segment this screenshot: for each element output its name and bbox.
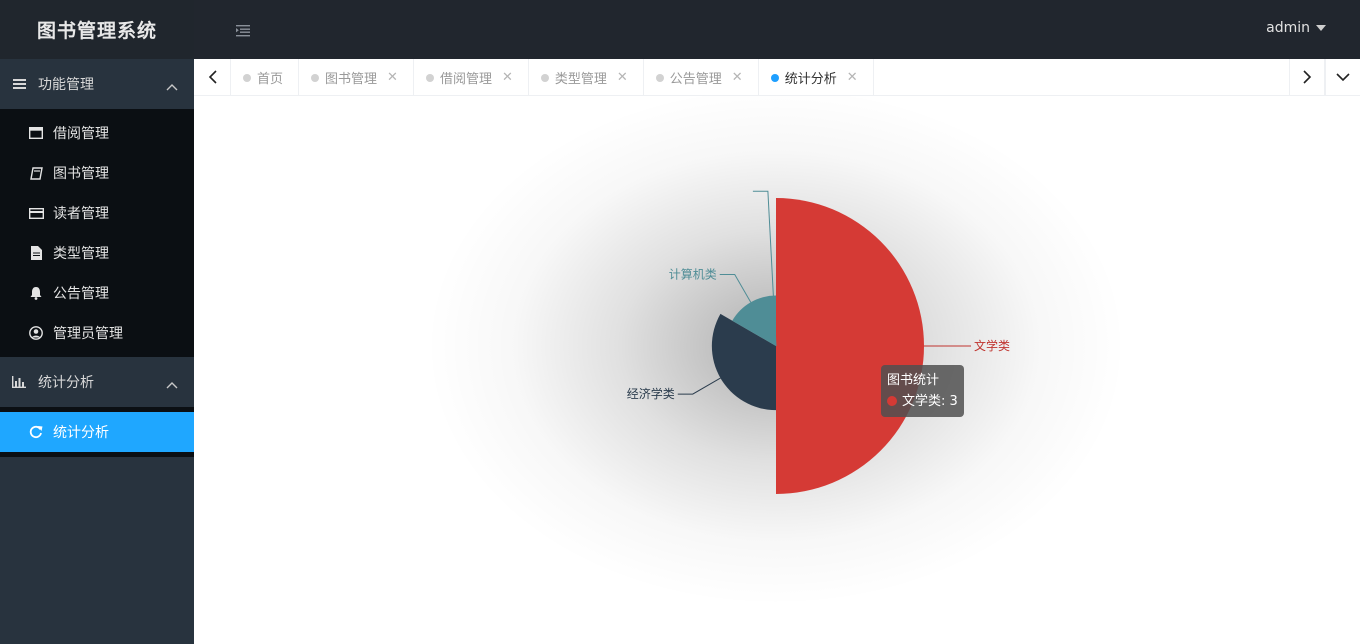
- tab-label: 统计分析: [784, 71, 837, 87]
- sidebar-item-notices[interactable]: 公告管理: [0, 273, 194, 313]
- tab-scroll-left-button[interactable]: [194, 59, 231, 95]
- sidebar: 图书管理系统 功能管理 借阅管理 图书管理 读者管理 类型管理 公告管理 管理员…: [0, 0, 194, 644]
- sidebar-item-readers[interactable]: 读者管理: [0, 193, 194, 233]
- sidebar-item-books[interactable]: 图书管理: [0, 153, 194, 193]
- submenu-function: 借阅管理 图书管理 读者管理 类型管理 公告管理 管理员管理: [0, 109, 194, 357]
- sidebar-item-label: 公告管理: [53, 286, 109, 302]
- tab-notices[interactable]: 公告管理 ✕: [644, 59, 759, 95]
- bar-chart-icon: [12, 375, 26, 389]
- main-content: 文学类经济学类 计算机类 图书统计 文学类: 3: [194, 96, 1360, 644]
- sidebar-item-stats[interactable]: 统计分析: [0, 412, 194, 452]
- sidebar-toggle-icon[interactable]: [236, 22, 252, 37]
- tab-dot-icon: [770, 74, 779, 82]
- top-header: admin: [194, 0, 1360, 59]
- submenu-stats: 统计分析: [0, 407, 194, 457]
- menu-group-label: 功能管理: [38, 77, 94, 93]
- chart-tooltip: 图书统计 文学类: 3: [881, 365, 964, 417]
- tab-menu-dropdown-button[interactable]: [1325, 59, 1360, 95]
- chevron-left-icon: [208, 70, 217, 84]
- book-icon: [28, 165, 44, 181]
- caret-down-icon: [1316, 25, 1326, 31]
- sidebar-item-label: 图书管理: [53, 166, 109, 182]
- username: admin: [1266, 20, 1310, 36]
- sidebar-item-label: 借阅管理: [53, 126, 109, 142]
- menu-group-function[interactable]: 功能管理: [0, 59, 194, 109]
- sidebar-item-label: 类型管理: [53, 246, 109, 262]
- file-icon: [28, 245, 44, 261]
- hamburger-icon: [12, 77, 26, 91]
- tab-label: 类型管理: [554, 71, 607, 87]
- card-icon: [28, 205, 44, 221]
- close-icon[interactable]: ✕: [732, 70, 743, 85]
- bell-icon: [28, 285, 44, 301]
- tab-home[interactable]: 首页: [231, 59, 300, 95]
- tab-label: 公告管理: [669, 71, 722, 87]
- tooltip-label: 文学类: 3: [902, 394, 958, 409]
- sidebar-item-admins[interactable]: 管理员管理: [0, 313, 194, 353]
- tab-types[interactable]: 类型管理 ✕: [529, 59, 644, 95]
- sidebar-item-label: 统计分析: [53, 425, 109, 441]
- user-circle-icon: [28, 325, 44, 341]
- slice-label-1: 经济学类: [627, 386, 675, 401]
- refresh-icon: [28, 424, 44, 440]
- tab-dot-icon: [540, 74, 549, 82]
- sidebar-item-label: 读者管理: [53, 206, 109, 222]
- tab-label: 图书管理: [325, 71, 378, 87]
- rose-pie-chart: 文学类经济学类 计算机类: [426, 96, 1126, 606]
- chevron-down-icon: [1336, 72, 1350, 81]
- sidebar-item-borrow[interactable]: 借阅管理: [0, 113, 194, 153]
- app-logo: 图书管理系统: [0, 0, 194, 59]
- tab-borrow[interactable]: 借阅管理 ✕: [414, 59, 529, 95]
- tab-dot-icon: [425, 74, 434, 82]
- slice-label-0: 文学类: [974, 338, 1010, 353]
- tab-label: 首页: [257, 71, 284, 87]
- close-icon[interactable]: ✕: [847, 70, 858, 85]
- tooltip-color-dot: [887, 396, 897, 406]
- sidebar-item-types[interactable]: 类型管理: [0, 233, 194, 273]
- tabs: 首页 图书管理 ✕ 借阅管理 ✕ 类型管理 ✕ 公告管理 ✕ 统计分析 ✕: [231, 59, 874, 95]
- tab-bar: 首页 图书管理 ✕ 借阅管理 ✕ 类型管理 ✕ 公告管理 ✕ 统计分析 ✕: [194, 59, 1360, 96]
- tab-dot-icon: [243, 74, 251, 82]
- close-icon[interactable]: ✕: [617, 70, 628, 85]
- tooltip-title: 图书统计: [887, 373, 940, 388]
- tab-dot-icon: [311, 74, 320, 82]
- chevron-up-icon: [166, 79, 178, 95]
- tab-scroll-right-button[interactable]: [1289, 59, 1325, 95]
- tab-label: 借阅管理: [439, 71, 492, 87]
- close-icon[interactable]: ✕: [502, 70, 513, 85]
- app-root: 图书管理系统 功能管理 借阅管理 图书管理 读者管理 类型管理 公告管理 管理员…: [0, 0, 1360, 644]
- tab-stats[interactable]: 统计分析 ✕: [759, 59, 874, 95]
- sidebar-item-label: 管理员管理: [53, 326, 123, 342]
- close-icon[interactable]: ✕: [387, 70, 398, 85]
- user-menu[interactable]: admin: [1266, 20, 1326, 36]
- menu-group-label: 统计分析: [38, 375, 94, 391]
- tab-books[interactable]: 图书管理 ✕: [299, 59, 414, 95]
- tab-dot-icon: [655, 74, 664, 82]
- chevron-right-icon: [1302, 70, 1311, 84]
- slice-label-2: 计算机类: [669, 267, 717, 282]
- window-icon: [28, 125, 44, 141]
- menu-group-stats[interactable]: 统计分析: [0, 357, 194, 407]
- chevron-up-icon: [166, 377, 178, 393]
